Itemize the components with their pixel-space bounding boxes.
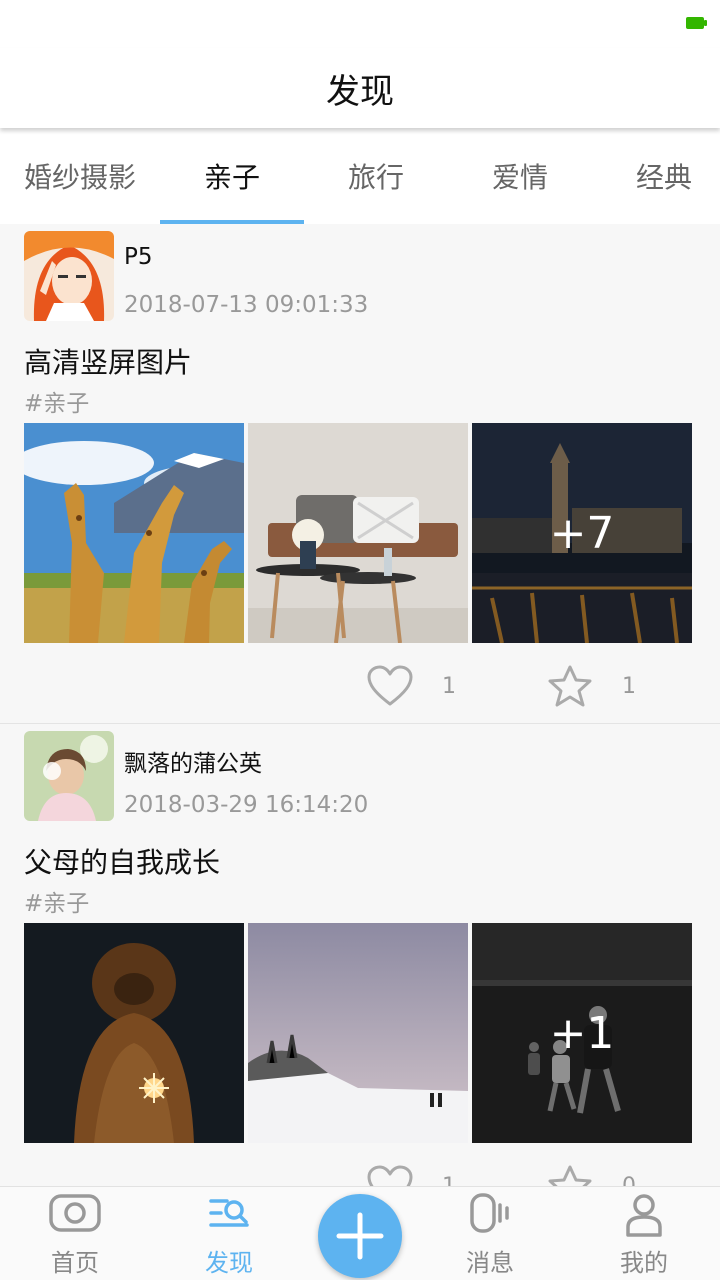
tab-classic[interactable]: 经典 [600, 128, 720, 224]
favorite-button[interactable]: 1 [546, 661, 636, 711]
nav-messages-label: 消息 [466, 1249, 514, 1277]
tab-wedding-photography[interactable]: 婚纱摄影 [0, 128, 160, 224]
star-icon [548, 1165, 592, 1186]
post-title[interactable]: 父母的自我成长 [24, 841, 220, 881]
title-bar: 发现 [0, 48, 720, 128]
heart-icon [367, 665, 413, 706]
post-title[interactable]: 高清竖屏图片 [24, 341, 192, 381]
nav-messages[interactable]: 消息 [430, 1187, 550, 1280]
camera-icon [15, 1193, 135, 1237]
post-time: 2018-03-29 16:14:20 [124, 792, 369, 818]
like-count: 1 [442, 673, 456, 699]
post-tag[interactable]: #亲子 [24, 884, 89, 918]
star-icon [548, 665, 592, 707]
like-count: 1 [442, 1173, 456, 1187]
photo-giraffes[interactable] [24, 423, 244, 643]
like-button[interactable]: 1 [366, 661, 456, 711]
favorite-button[interactable]: 0 [546, 1161, 636, 1186]
message-icon [430, 1193, 550, 1237]
photo-living-room[interactable] [248, 423, 468, 643]
username[interactable]: P5 [124, 244, 153, 270]
heart-icon [367, 1165, 413, 1186]
post-card[interactable]: 飘落的蒲公英 2018-03-29 16:14:20 父母的自我成长 #亲子 +… [0, 724, 720, 1186]
like-button[interactable]: 1 [366, 1161, 456, 1186]
post-tag[interactable]: #亲子 [24, 384, 89, 418]
favorite-count: 1 [622, 673, 636, 699]
photo-children-field[interactable]: +1 [472, 923, 692, 1143]
status-bar [0, 0, 720, 48]
nav-discover[interactable]: 发现 [169, 1187, 289, 1280]
profile-icon [584, 1193, 704, 1237]
avatar[interactable] [24, 231, 114, 321]
photo-city-night[interactable]: +7 [472, 423, 692, 643]
add-post-button[interactable] [318, 1194, 402, 1278]
post-time: 2018-07-13 09:01:33 [124, 292, 369, 318]
post-card[interactable]: P5 2018-07-13 09:01:33 高清竖屏图片 #亲子 +7 1 1 [0, 224, 720, 724]
more-photos-overlay[interactable]: +1 [472, 923, 692, 1143]
nav-profile[interactable]: 我的 [584, 1187, 704, 1280]
category-tabs: 婚纱摄影 亲子 旅行 爱情 经典 [0, 128, 720, 224]
nav-home-label: 首页 [51, 1249, 99, 1277]
tab-parent-child[interactable]: 亲子 [160, 128, 304, 224]
nav-home[interactable]: 首页 [15, 1187, 135, 1280]
username[interactable]: 飘落的蒲公英 [124, 744, 262, 778]
photo-child-sparkler[interactable] [24, 923, 244, 1143]
nav-profile-label: 我的 [620, 1249, 668, 1277]
avatar[interactable] [24, 731, 114, 821]
tab-travel[interactable]: 旅行 [304, 128, 448, 224]
plus-icon [336, 1212, 384, 1260]
favorite-count: 0 [622, 1173, 636, 1187]
post-feed[interactable]: P5 2018-07-13 09:01:33 高清竖屏图片 #亲子 +7 1 1… [0, 224, 720, 1186]
nav-discover-label: 发现 [205, 1249, 253, 1277]
page-title: 发现 [326, 71, 394, 112]
battery-icon [686, 17, 707, 29]
photo-snow-landscape[interactable] [248, 923, 468, 1143]
photo-grid: +1 [24, 923, 692, 1143]
discover-search-icon [169, 1193, 289, 1237]
photo-grid: +7 [24, 423, 692, 643]
tab-love[interactable]: 爱情 [448, 128, 592, 224]
more-photos-overlay[interactable]: +7 [472, 423, 692, 643]
